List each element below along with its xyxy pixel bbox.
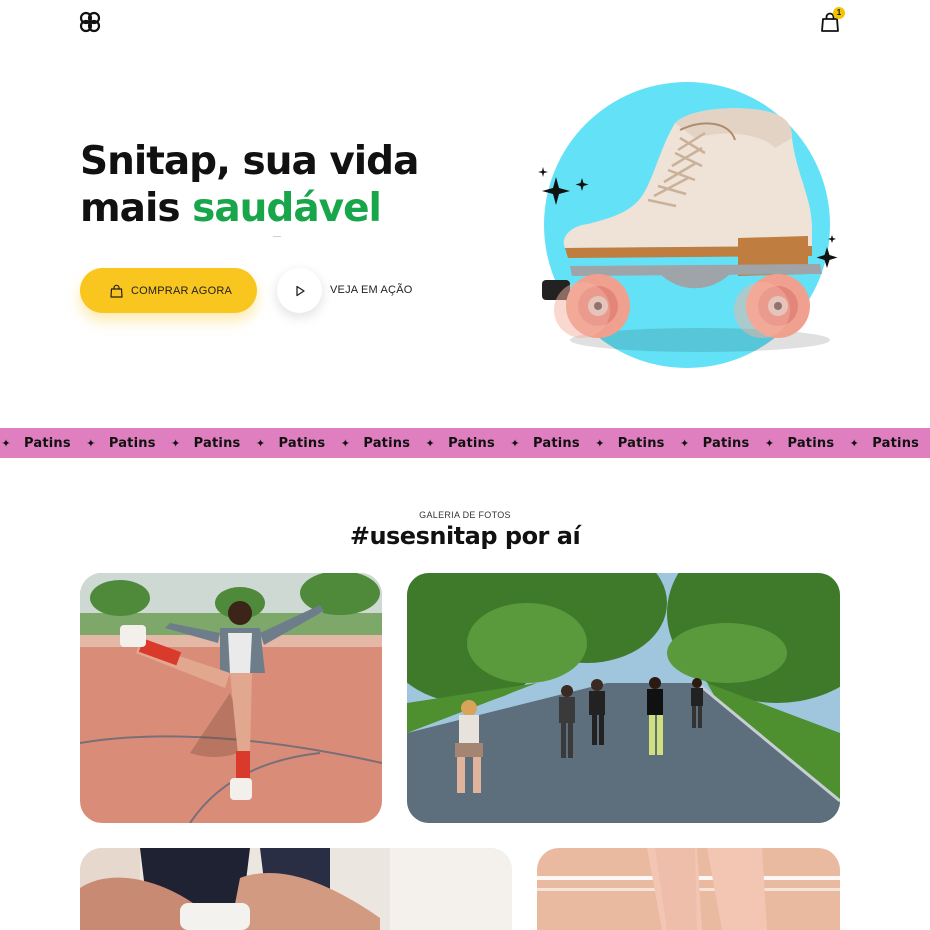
marquee-item: ✦ Patins (254, 428, 339, 458)
sparkle-icon: ✦ (340, 436, 350, 450)
marquee-item: ✦ Patins (848, 428, 930, 458)
marquee-item: ✦ Patins (170, 428, 255, 458)
hero-title-line1: Snitap, sua vida (80, 139, 419, 184)
marquee-item: ✦ Patins (424, 428, 509, 458)
marquee-word: Patins (872, 435, 920, 451)
buy-now-button[interactable]: COMPRAR AGORA (80, 268, 257, 313)
marquee-word: Patins (193, 435, 241, 451)
marquee-item: ✦ Patins (85, 428, 170, 458)
play-video-label[interactable]: VEJA EM AÇÃO (330, 284, 412, 296)
marquee-word: Patins (108, 435, 156, 451)
title-divider (273, 236, 281, 237)
sparkle-icon: ✦ (1, 436, 11, 450)
marquee-item: ✦ Patins (594, 428, 679, 458)
sparkle-icon: ✦ (764, 436, 775, 450)
gallery-photo-4[interactable] (537, 848, 840, 930)
sparkle-icon: ✦ (255, 436, 266, 450)
marquee-word: Patins (24, 435, 71, 451)
marquee-item: ✦ Patins (679, 428, 764, 458)
group-skating-park-photo (407, 573, 840, 823)
hero-title-accent: saudável (192, 186, 382, 231)
sparkle-icon: ✦ (86, 436, 96, 450)
marquee-item: ✦ Patins (0, 428, 85, 458)
marquee-word: Patins (448, 435, 495, 451)
hero-title: Snitap, sua vida mais saudável (80, 138, 500, 232)
roller-skate-image (538, 82, 838, 368)
gallery-title: #usesnitap por aí (349, 522, 581, 550)
lacing-skates-photo (80, 848, 512, 930)
marquee-item: ✦ Patins (763, 428, 848, 458)
sparkle-icon: ✦ (171, 436, 181, 450)
marquee-item: ✦ Patins (509, 428, 594, 458)
cart-count-badge: 1 (833, 7, 845, 19)
play-video-button[interactable] (277, 268, 322, 313)
gallery-eyebrow: GALERIA DE FOTOS (419, 510, 511, 520)
woman-skating-court-photo (80, 573, 382, 823)
sparkle-icon: ✦ (425, 436, 435, 450)
sparkle-icon: ✦ (510, 436, 520, 450)
gallery-photo-1[interactable] (80, 573, 382, 823)
logo-icon[interactable] (79, 11, 101, 33)
buy-now-label: COMPRAR AGORA (131, 284, 233, 297)
marquee-word: Patins (702, 435, 750, 451)
marquee-banner: ✦ Patins ✦ Patins ✦ Patins ✦ Patins ✦ Patins ✦ Pati… (0, 428, 930, 458)
marquee-word: Patins (787, 435, 835, 451)
shopping-bag-icon (110, 284, 123, 298)
marquee-track: ✦ Patins ✦ Patins ✦ Patins ✦ Patins ✦ Patins ✦ Pati… (0, 428, 930, 458)
hero-title-plain: mais (80, 186, 181, 231)
marquee-word: Patins (278, 435, 326, 451)
sparkle-icon: ✦ (595, 436, 605, 450)
marquee-word: Patins (363, 435, 411, 451)
marquee-word: Patins (532, 435, 580, 451)
legs-on-court-photo (537, 848, 840, 930)
marquee-item: ✦ Patins (339, 428, 424, 458)
sparkle-icon: ✦ (680, 436, 690, 450)
gallery-photo-3[interactable] (80, 848, 512, 930)
sparkle-icon: ✦ (849, 436, 859, 450)
play-icon (295, 285, 305, 296)
marquee-word: Patins (617, 435, 665, 451)
gallery-photo-2[interactable] (407, 573, 840, 823)
